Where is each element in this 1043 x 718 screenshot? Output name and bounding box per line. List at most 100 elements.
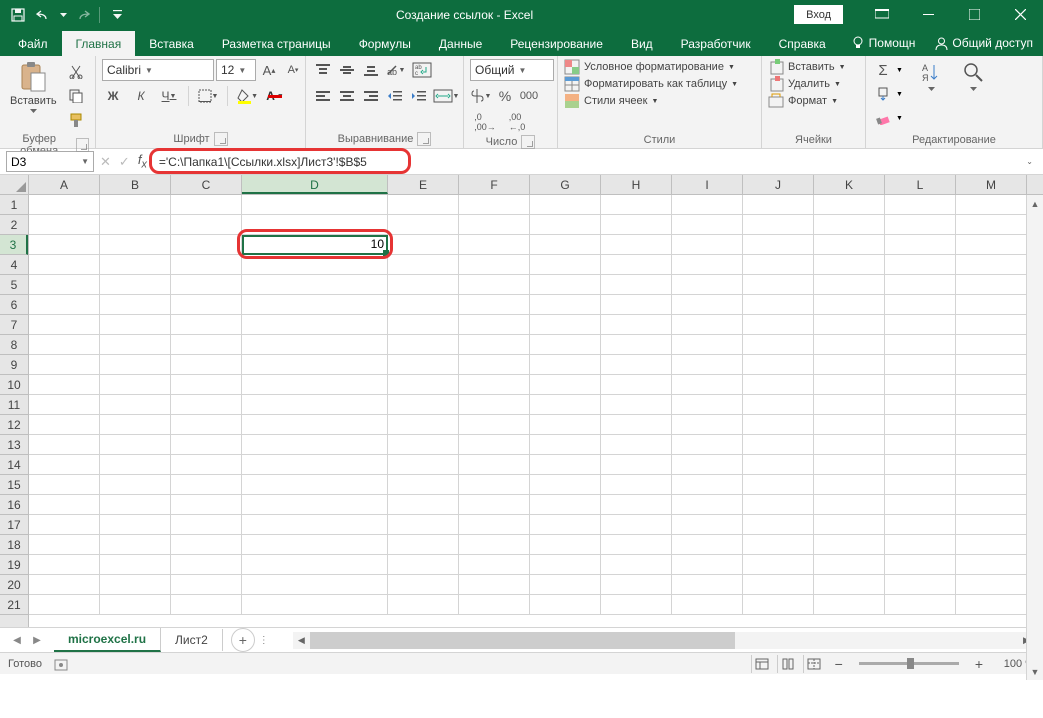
cell[interactable]: [242, 435, 388, 455]
cell[interactable]: [885, 515, 956, 535]
cell[interactable]: [530, 315, 601, 335]
tab-view[interactable]: Вид: [617, 31, 667, 56]
cell[interactable]: [672, 575, 743, 595]
tab-home[interactable]: Главная: [62, 31, 136, 56]
cell[interactable]: [885, 595, 956, 615]
cell[interactable]: [601, 415, 672, 435]
cell[interactable]: [100, 355, 171, 375]
cell[interactable]: [100, 555, 171, 575]
cell[interactable]: [242, 295, 388, 315]
cell[interactable]: [743, 295, 814, 315]
cell[interactable]: [242, 575, 388, 595]
col-header[interactable]: D: [242, 175, 388, 194]
cell[interactable]: [885, 315, 956, 335]
copy-icon[interactable]: [65, 85, 87, 107]
cell[interactable]: [171, 515, 242, 535]
decrease-indent-icon[interactable]: [384, 85, 406, 107]
cell[interactable]: [100, 295, 171, 315]
cell[interactable]: [171, 395, 242, 415]
cell[interactable]: [388, 315, 459, 335]
cell[interactable]: [388, 375, 459, 395]
cell[interactable]: [885, 275, 956, 295]
cell[interactable]: [171, 535, 242, 555]
page-layout-view-icon[interactable]: [777, 655, 799, 673]
cell[interactable]: [459, 575, 530, 595]
select-all-corner[interactable]: [0, 175, 29, 194]
cell[interactable]: [459, 555, 530, 575]
tab-file[interactable]: Файл: [4, 31, 62, 56]
cell[interactable]: [601, 535, 672, 555]
tab-formulas[interactable]: Формулы: [345, 31, 425, 56]
cell[interactable]: [956, 195, 1027, 215]
autosum-icon[interactable]: Σ: [872, 59, 894, 81]
sheet-tab[interactable]: microexcel.ru: [54, 628, 161, 652]
tab-help[interactable]: Справка: [765, 31, 840, 56]
cell[interactable]: [171, 475, 242, 495]
find-select-button[interactable]: [955, 59, 993, 93]
cell[interactable]: [530, 375, 601, 395]
cell[interactable]: [29, 255, 100, 275]
cell[interactable]: [956, 475, 1027, 495]
cell[interactable]: [171, 335, 242, 355]
cell[interactable]: [530, 355, 601, 375]
cell[interactable]: [672, 355, 743, 375]
col-header[interactable]: F: [459, 175, 530, 194]
row-header[interactable]: 10: [0, 375, 28, 395]
cell-styles-button[interactable]: Стили ячеек▼: [564, 93, 658, 109]
sheet-tab[interactable]: Лист2: [161, 629, 223, 651]
cell[interactable]: [530, 575, 601, 595]
cell[interactable]: [672, 495, 743, 515]
cell[interactable]: [814, 215, 885, 235]
cell[interactable]: [956, 515, 1027, 535]
tab-page-layout[interactable]: Разметка страницы: [208, 31, 345, 56]
cell[interactable]: [956, 555, 1027, 575]
col-header[interactable]: M: [956, 175, 1027, 194]
cell[interactable]: [956, 595, 1027, 615]
cell[interactable]: [672, 555, 743, 575]
cell[interactable]: [885, 415, 956, 435]
row-header[interactable]: 20: [0, 575, 28, 595]
format-cells-button[interactable]: Формат▼: [768, 93, 838, 109]
col-header[interactable]: B: [100, 175, 171, 194]
cell[interactable]: [601, 275, 672, 295]
page-break-view-icon[interactable]: [803, 655, 825, 673]
cell[interactable]: [885, 255, 956, 275]
cell[interactable]: [743, 215, 814, 235]
row-header[interactable]: 8: [0, 335, 28, 355]
cell[interactable]: [171, 215, 242, 235]
cell[interactable]: [672, 335, 743, 355]
cell[interactable]: [885, 395, 956, 415]
cell[interactable]: [743, 555, 814, 575]
cell[interactable]: [743, 435, 814, 455]
row-header[interactable]: 4: [0, 255, 28, 275]
row-header[interactable]: 15: [0, 475, 28, 495]
cell[interactable]: [956, 455, 1027, 475]
cell[interactable]: [601, 195, 672, 215]
cell[interactable]: [814, 575, 885, 595]
align-left-icon[interactable]: [312, 85, 334, 107]
row-header[interactable]: 16: [0, 495, 28, 515]
cell[interactable]: [743, 315, 814, 335]
cell[interactable]: [956, 275, 1027, 295]
cell[interactable]: [388, 195, 459, 215]
cell[interactable]: [388, 555, 459, 575]
cell[interactable]: [242, 415, 388, 435]
col-header[interactable]: I: [672, 175, 743, 194]
undo-icon[interactable]: [32, 4, 56, 26]
cell[interactable]: [530, 275, 601, 295]
cell[interactable]: [814, 195, 885, 215]
cell[interactable]: [814, 235, 885, 255]
cell[interactable]: [814, 375, 885, 395]
col-header[interactable]: A: [29, 175, 100, 194]
cell[interactable]: [956, 435, 1027, 455]
cell[interactable]: [672, 235, 743, 255]
increase-decimal-icon[interactable]: ,0,00→: [470, 111, 500, 133]
tab-scroll-menu-icon[interactable]: ⋮: [255, 635, 273, 646]
align-bottom-icon[interactable]: [360, 59, 382, 81]
cell[interactable]: [885, 335, 956, 355]
expand-formula-bar-icon[interactable]: ⌄: [1026, 157, 1037, 166]
cell[interactable]: [29, 535, 100, 555]
cell[interactable]: [743, 195, 814, 215]
cell[interactable]: [171, 275, 242, 295]
save-icon[interactable]: [6, 4, 30, 26]
